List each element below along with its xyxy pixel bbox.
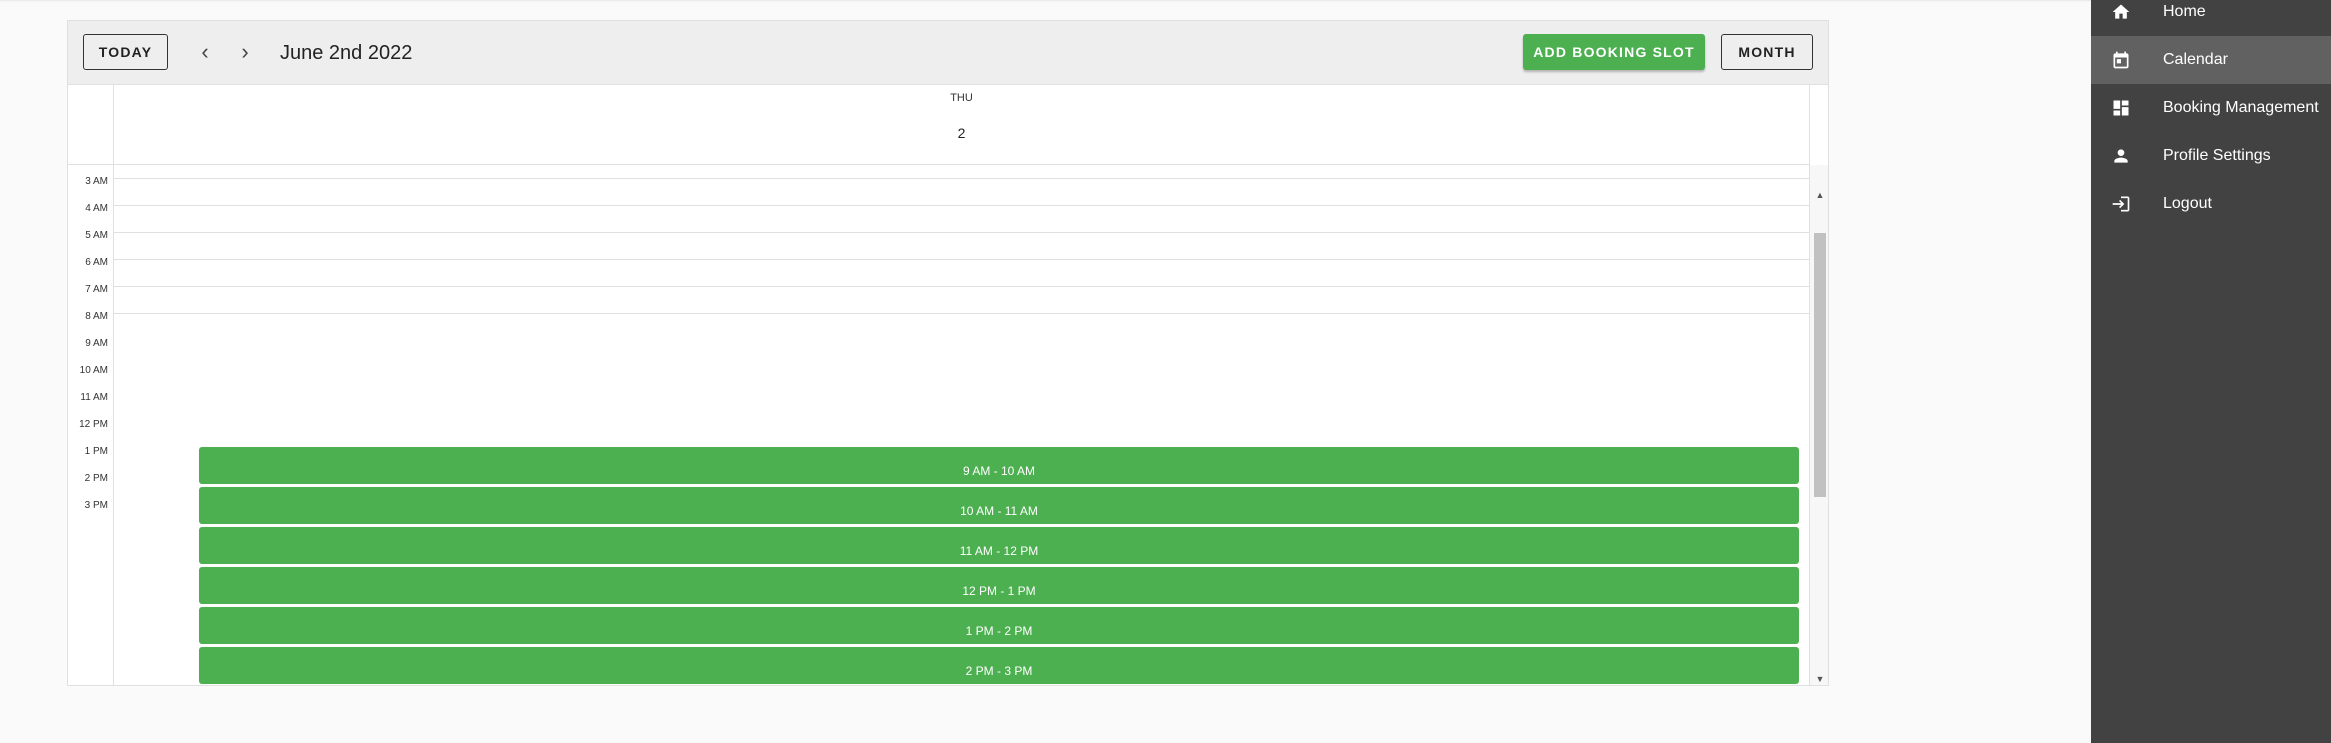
home-icon <box>2109 0 2133 24</box>
calendar-toolbar: TODAY ‹ › June 2nd 2022 ADD BOOKING SLOT… <box>68 21 1828 85</box>
time-grid: 3 AM 4 AM 5 AM 6 AM 7 AM 8 AM 9 AM 10 AM… <box>68 165 1810 685</box>
time-label: 5 AM <box>85 230 108 241</box>
time-gutter-header <box>68 85 113 165</box>
hour-line <box>113 313 1810 314</box>
hour-line <box>113 259 1810 260</box>
time-label: 3 PM <box>84 500 108 511</box>
booking-slot[interactable]: 12 PM - 1 PM <box>199 567 1799 604</box>
day-number: 2 <box>957 125 966 141</box>
time-label: 3 AM <box>85 176 108 187</box>
scrollbar-thumb[interactable] <box>1814 233 1826 497</box>
time-label: 11 AM <box>80 392 108 403</box>
today-button[interactable]: TODAY <box>83 34 168 70</box>
dashboard-icon <box>2109 96 2133 120</box>
sidebar-item-calendar[interactable]: Calendar <box>2091 36 2331 84</box>
sidebar-item-label: Calendar <box>2163 51 2228 68</box>
booking-slot[interactable]: 9 AM - 10 AM <box>199 447 1799 484</box>
time-label: 10 AM <box>79 365 108 376</box>
person-icon <box>2109 144 2133 168</box>
calendar-icon <box>2109 48 2133 72</box>
sidebar-item-label: Profile Settings <box>2163 147 2271 164</box>
hour-line <box>113 205 1810 206</box>
time-label: 8 AM <box>85 311 108 322</box>
booking-slot[interactable]: 11 AM - 12 PM <box>199 527 1799 564</box>
time-label: 4 AM <box>85 203 108 214</box>
time-label: 7 AM <box>85 284 108 295</box>
hour-line <box>113 286 1810 287</box>
sidebar-item-home[interactable]: Home <box>2091 0 2331 36</box>
sidebar-item-logout[interactable]: Logout <box>2091 180 2331 228</box>
chevron-right-icon[interactable]: › <box>232 39 258 65</box>
booking-slot[interactable]: 10 AM - 11 AM <box>199 487 1799 524</box>
time-label: 12 PM <box>79 419 108 430</box>
day-column-header[interactable]: THU 2 <box>113 85 1810 165</box>
booking-slot[interactable]: 1 PM - 2 PM <box>199 607 1799 644</box>
booking-slot[interactable]: 2 PM - 3 PM <box>199 647 1799 684</box>
sidebar-item-label: Logout <box>2163 195 2212 212</box>
sidebar-item-label: Booking Management <box>2163 99 2319 116</box>
sidebar-item-label: Home <box>2163 3 2206 20</box>
calendar: TODAY ‹ › June 2nd 2022 ADD BOOKING SLOT… <box>67 20 1829 686</box>
hour-line <box>113 178 1810 179</box>
add-booking-slot-button[interactable]: ADD BOOKING SLOT <box>1523 34 1705 70</box>
logout-icon <box>2109 192 2133 216</box>
sidebar-item-profile-settings[interactable]: Profile Settings <box>2091 132 2331 180</box>
time-label: 1 PM <box>84 446 108 457</box>
top-shadow <box>0 0 2091 2</box>
scroll-up-arrow-icon[interactable]: ▲ <box>1810 187 1828 203</box>
scroll-down-arrow-icon[interactable]: ▼ <box>1810 671 1828 685</box>
sidebar-item-booking-management[interactable]: Booking Management <box>2091 84 2331 132</box>
hour-line <box>113 232 1810 233</box>
time-label: 9 AM <box>85 338 108 349</box>
current-date-title: June 2nd 2022 <box>280 42 413 64</box>
month-view-button[interactable]: MONTH <box>1721 34 1813 70</box>
time-label: 2 PM <box>84 473 108 484</box>
day-name: THU <box>950 92 973 104</box>
grid-left-border <box>113 165 114 685</box>
chevron-left-icon[interactable]: ‹ <box>192 39 218 65</box>
vertical-scrollbar[interactable]: ▲ ▼ <box>1810 165 1828 685</box>
time-label: 6 AM <box>85 257 108 268</box>
sidebar: Home Calendar Booking Management Profile… <box>2091 0 2331 743</box>
